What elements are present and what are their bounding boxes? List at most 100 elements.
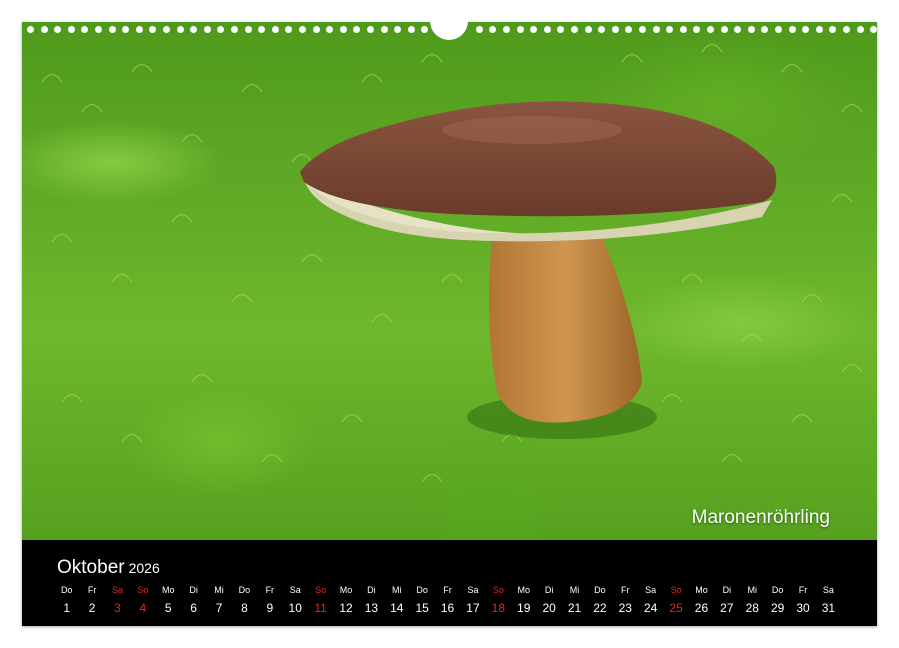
day-cell: Fr30 bbox=[790, 585, 815, 615]
weekday-label: Di bbox=[536, 585, 561, 601]
binding-hole bbox=[693, 26, 700, 33]
weekday-label: Mo bbox=[333, 585, 358, 601]
binding-hole bbox=[109, 26, 116, 33]
binding-hole bbox=[666, 26, 673, 33]
binding-hole bbox=[381, 26, 388, 33]
day-cell: So18 bbox=[486, 585, 511, 615]
weekday-label: Mi bbox=[384, 585, 409, 601]
mushroom-photo: Maronenröhrling bbox=[22, 22, 877, 540]
binding-hole bbox=[625, 26, 632, 33]
weekday-label: Fr bbox=[613, 585, 638, 601]
day-cell: Mi21 bbox=[562, 585, 587, 615]
binding-hole bbox=[802, 26, 809, 33]
day-number: 14 bbox=[384, 601, 409, 615]
weekday-label: Sa bbox=[816, 585, 841, 601]
binding-hole bbox=[367, 26, 374, 33]
weekday-label: Mo bbox=[689, 585, 714, 601]
binding-hole bbox=[81, 26, 88, 33]
day-number: 5 bbox=[156, 601, 181, 615]
year-label: 2026 bbox=[129, 560, 160, 576]
day-number: 8 bbox=[232, 601, 257, 615]
weekday-label: Fr bbox=[79, 585, 104, 601]
binding-hole bbox=[421, 26, 428, 33]
binding-hole bbox=[258, 26, 265, 33]
weekday-label: Di bbox=[181, 585, 206, 601]
calendar-strip: Oktober2026 Do1Fr2Sa3So4Mo5Di6Mi7Do8Fr9S… bbox=[22, 540, 877, 626]
binding-hole bbox=[870, 26, 877, 33]
day-cell: Mo5 bbox=[156, 585, 181, 615]
day-cell: Mi28 bbox=[740, 585, 765, 615]
day-cell: Sa31 bbox=[816, 585, 841, 615]
day-number: 28 bbox=[740, 601, 765, 615]
binding-hole bbox=[680, 26, 687, 33]
day-number: 4 bbox=[130, 601, 155, 615]
weekday-label: Fr bbox=[790, 585, 815, 601]
binding-hole bbox=[41, 26, 48, 33]
day-number: 1 bbox=[54, 601, 79, 615]
day-number: 13 bbox=[359, 601, 384, 615]
day-number: 17 bbox=[460, 601, 485, 615]
day-number: 10 bbox=[283, 601, 308, 615]
day-cell: Sa3 bbox=[105, 585, 130, 615]
weekday-label: Do bbox=[232, 585, 257, 601]
weekday-label: So bbox=[308, 585, 333, 601]
weekday-label: So bbox=[486, 585, 511, 601]
day-cell: Sa10 bbox=[283, 585, 308, 615]
weekday-label: Sa bbox=[283, 585, 308, 601]
binding-hole bbox=[612, 26, 619, 33]
day-row: Do1Fr2Sa3So4Mo5Di6Mi7Do8Fr9Sa10So11Mo12D… bbox=[54, 585, 841, 615]
day-cell: So4 bbox=[130, 585, 155, 615]
weekday-label: Do bbox=[587, 585, 612, 601]
binding-hole bbox=[707, 26, 714, 33]
binding-hole bbox=[204, 26, 211, 33]
binding-hole bbox=[149, 26, 156, 33]
day-cell: Sa17 bbox=[460, 585, 485, 615]
weekday-label: Sa bbox=[460, 585, 485, 601]
day-number: 27 bbox=[714, 601, 739, 615]
binding-hole bbox=[748, 26, 755, 33]
weekday-label: So bbox=[130, 585, 155, 601]
binding-hole bbox=[530, 26, 537, 33]
day-cell: Mi14 bbox=[384, 585, 409, 615]
binding-hole bbox=[489, 26, 496, 33]
binding-hole bbox=[557, 26, 564, 33]
weekday-label: Fr bbox=[257, 585, 282, 601]
day-cell: Di27 bbox=[714, 585, 739, 615]
binding-hole bbox=[857, 26, 864, 33]
day-cell: Fr16 bbox=[435, 585, 460, 615]
day-number: 30 bbox=[790, 601, 815, 615]
binding-hole bbox=[394, 26, 401, 33]
binding-hole bbox=[122, 26, 129, 33]
binding-hole bbox=[789, 26, 796, 33]
month-title: Oktober2026 bbox=[57, 557, 160, 579]
day-cell: Fr23 bbox=[613, 585, 638, 615]
day-cell: So25 bbox=[663, 585, 688, 615]
binding-hole bbox=[299, 26, 306, 33]
weekday-label: Mi bbox=[206, 585, 231, 601]
day-number: 18 bbox=[486, 601, 511, 615]
weekday-label: Do bbox=[54, 585, 79, 601]
day-cell: Fr2 bbox=[79, 585, 104, 615]
day-cell: Mo26 bbox=[689, 585, 714, 615]
binding-hole bbox=[54, 26, 61, 33]
day-cell: Do15 bbox=[409, 585, 434, 615]
weekday-label: Sa bbox=[638, 585, 663, 601]
day-cell: Do8 bbox=[232, 585, 257, 615]
binding-hole bbox=[340, 26, 347, 33]
day-cell: Mo19 bbox=[511, 585, 536, 615]
binding-hole bbox=[503, 26, 510, 33]
day-cell: Do22 bbox=[587, 585, 612, 615]
weekday-label: Fr bbox=[435, 585, 460, 601]
day-cell: Di20 bbox=[536, 585, 561, 615]
binding-hole bbox=[272, 26, 279, 33]
day-cell: Di6 bbox=[181, 585, 206, 615]
binding-hole bbox=[775, 26, 782, 33]
binding-hole bbox=[721, 26, 728, 33]
binding-hole bbox=[231, 26, 238, 33]
day-number: 16 bbox=[435, 601, 460, 615]
weekday-label: Mi bbox=[740, 585, 765, 601]
binding-hole bbox=[245, 26, 252, 33]
binding-hole bbox=[285, 26, 292, 33]
binding-hole bbox=[816, 26, 823, 33]
binding-hole bbox=[598, 26, 605, 33]
